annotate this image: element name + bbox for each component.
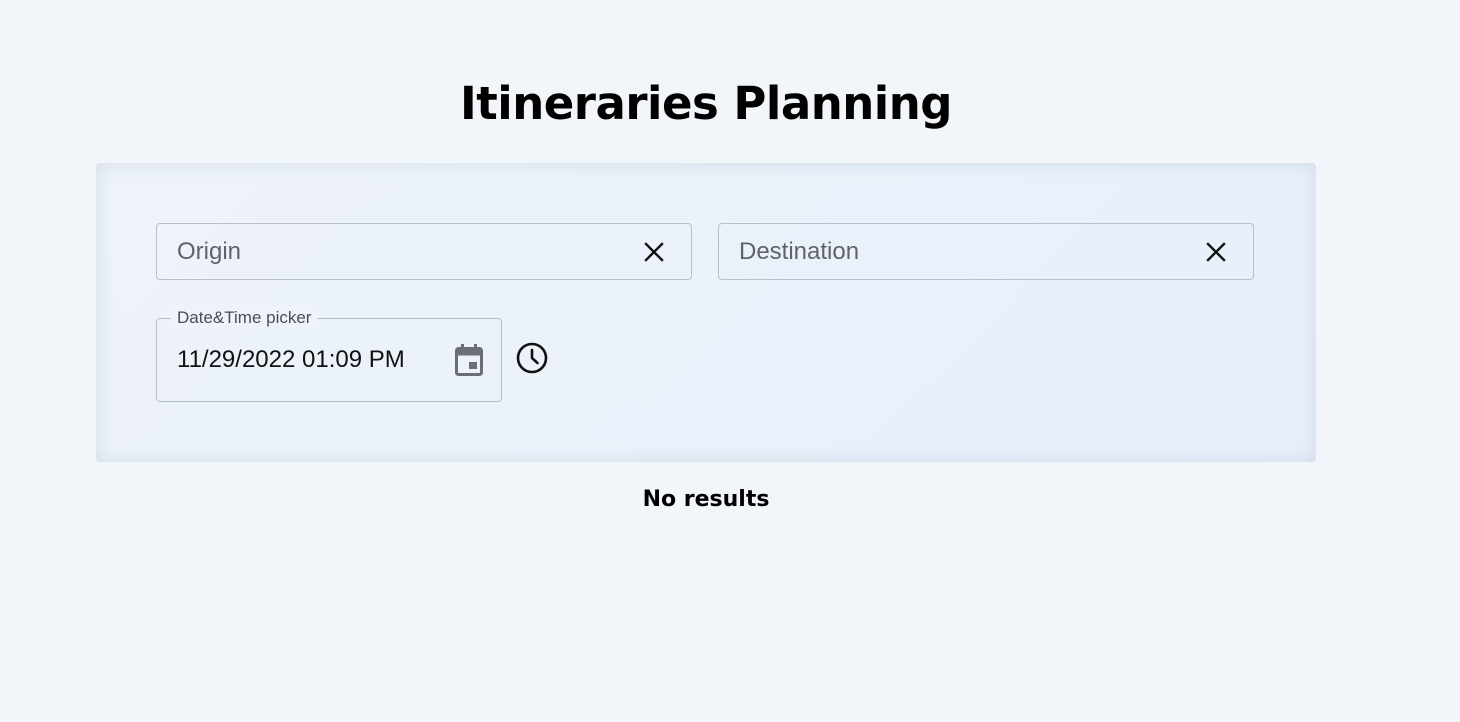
datetime-field[interactable]: Date&Time picker 11/29/2022 01:09 PM [156, 307, 502, 402]
clock-button[interactable] [514, 340, 550, 376]
origin-input[interactable] [157, 224, 627, 279]
open-calendar-button[interactable] [451, 341, 487, 379]
destination-input[interactable] [719, 224, 1189, 279]
no-results-message: No results [642, 487, 770, 512]
close-icon [1206, 242, 1226, 262]
search-panel: Date&Time picker 11/29/2022 01:09 PM [96, 163, 1316, 462]
calendar-icon [455, 343, 483, 376]
clock-icon [516, 342, 548, 374]
datetime-value[interactable]: 11/29/2022 01:09 PM [177, 346, 405, 374]
datetime-label: Date&Time picker [171, 307, 318, 329]
clear-origin-button[interactable] [637, 235, 671, 269]
origin-field [156, 223, 692, 280]
destination-field [718, 223, 1254, 280]
clear-destination-button[interactable] [1199, 235, 1233, 269]
close-icon [644, 242, 664, 262]
page-title: Itineraries Planning [460, 77, 952, 130]
